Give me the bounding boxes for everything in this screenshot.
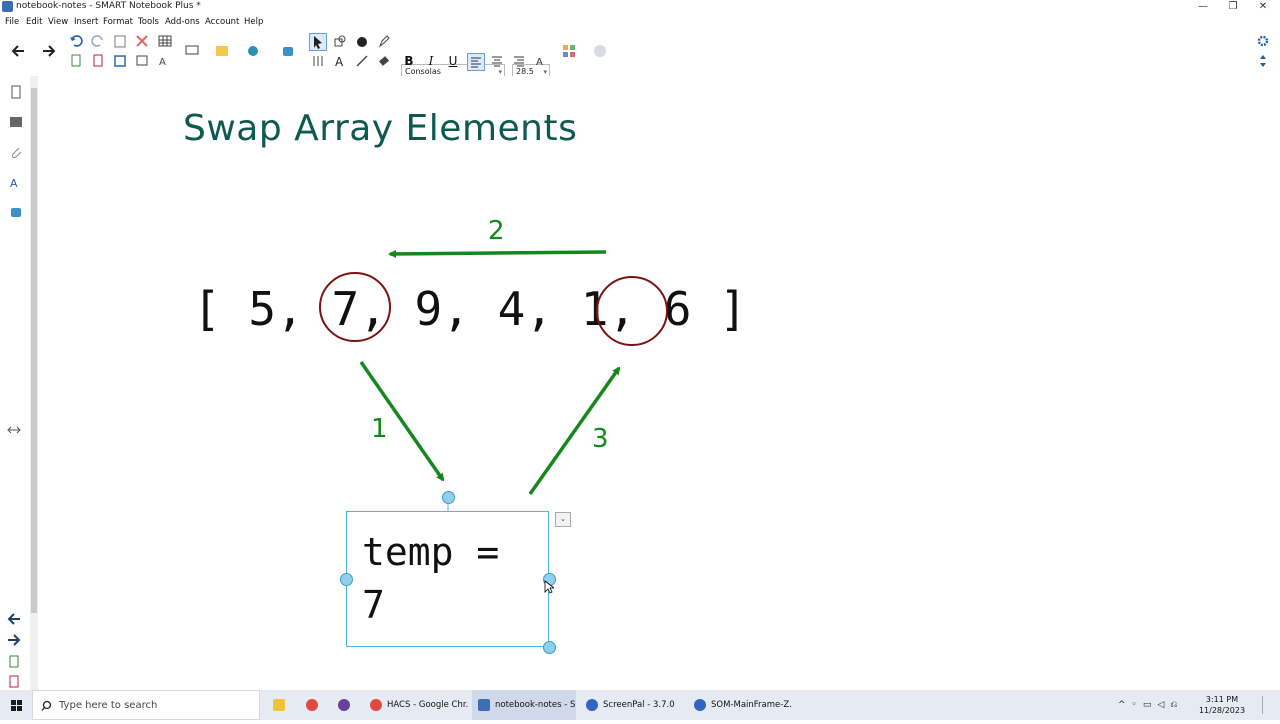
search-placeholder: Type here to search [59, 700, 158, 711]
object-menu-chevron-icon[interactable]: ⌄ [555, 512, 571, 527]
windows-logo-icon [11, 700, 22, 711]
temp-value: 7 [362, 583, 385, 627]
start-button[interactable] [0, 690, 32, 720]
resize-handle-left[interactable] [340, 573, 353, 586]
github-taskbar-icon[interactable] [334, 690, 354, 720]
task-screenpal[interactable]: ScreenPal - 3.7.0 [580, 690, 684, 720]
arrow-label-3: 3 [592, 424, 609, 454]
taskbar-search[interactable]: Type here to search [32, 690, 260, 720]
chrome-taskbar-icon[interactable] [302, 690, 322, 720]
search-icon [41, 700, 52, 711]
temp-label: temp = [362, 530, 500, 574]
rotate-handle[interactable] [442, 491, 455, 504]
arrow-2 [388, 249, 607, 258]
file-explorer-taskbar-icon[interactable] [270, 690, 290, 720]
mouse-cursor-icon [544, 580, 554, 594]
circle-element-1 [596, 276, 668, 346]
circle-element-7 [319, 272, 391, 342]
task-notebook[interactable]: notebook-notes - S... [472, 690, 576, 720]
system-tray-icons[interactable]: ^◦▭◁⎌ [1118, 700, 1183, 710]
arrow-label-2: 2 [488, 216, 505, 246]
clock-time: 3:11 PM [1205, 695, 1239, 704]
resize-handle-corner[interactable] [543, 641, 556, 654]
task-chrome-hacs[interactable]: HACS - Google Chr... [364, 690, 468, 720]
task-som-mainframe[interactable]: SOM-MainFrame-Z... [688, 690, 792, 720]
taskbar-clock[interactable]: 3:11 PM 11/28/2023 [1197, 694, 1247, 716]
arrow-label-1: 1 [371, 414, 388, 444]
clock-date: 11/28/2023 [1198, 706, 1246, 715]
show-desktop-button[interactable] [1262, 696, 1273, 714]
annotation-layer: 2 1 3 [319, 216, 668, 511]
